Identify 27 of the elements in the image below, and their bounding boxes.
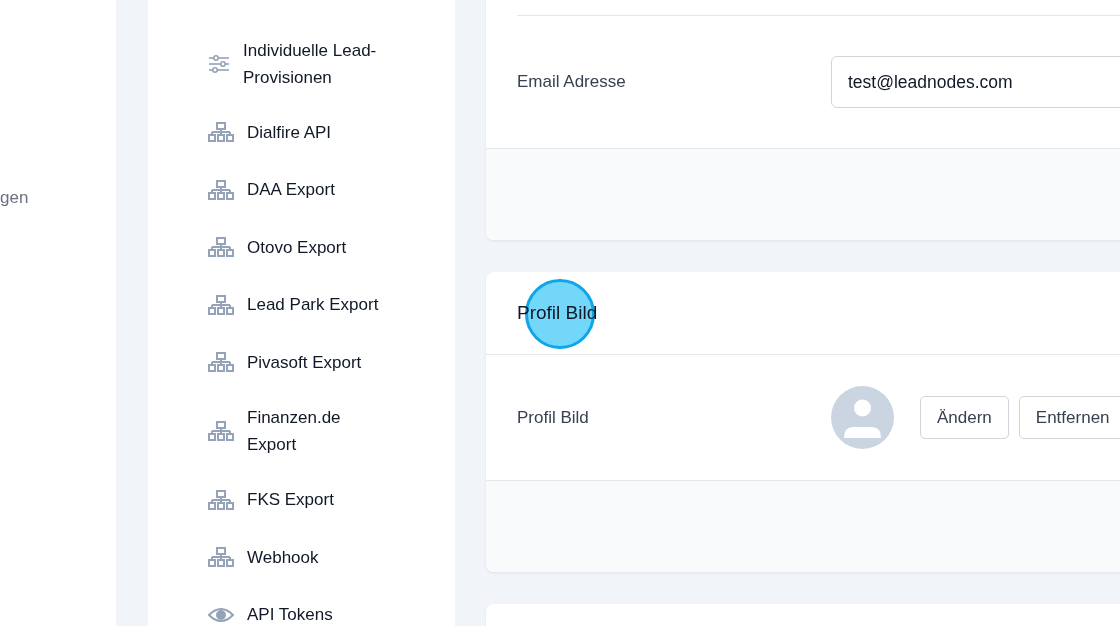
sidebar-item[interactable]: Webhook <box>247 543 319 571</box>
sidebar-item[interactable]: Dialfire API <box>247 118 332 146</box>
field-label: Email Adresse <box>517 72 627 92</box>
network-icon <box>208 179 234 200</box>
field-label: Profil Bild <box>517 407 590 428</box>
sidebar-item[interactable]: FKS Export <box>247 486 334 514</box>
sidebar-item[interactable]: Individuelle Lead-Provisionen <box>243 36 383 91</box>
network-icon <box>208 294 234 315</box>
network-icon <box>208 547 234 568</box>
network-icon <box>208 489 234 510</box>
network-icon <box>208 352 234 373</box>
profile-button[interactable]: Ändern <box>920 396 1009 439</box>
network-icon <box>208 122 234 143</box>
sidebar-item[interactable]: Otovo Export <box>247 233 347 261</box>
sliders-icon <box>208 53 230 74</box>
sidebar-item[interactable]: Pivasoft Export <box>247 348 362 376</box>
profile-button[interactable]: Entfernen <box>1018 396 1120 439</box>
network-icon <box>208 237 234 258</box>
sidebar-item[interactable]: Finanzen.de Export <box>247 404 387 458</box>
sidebar-item[interactable]: Lead Park Export <box>247 291 379 319</box>
network-icon <box>208 421 234 441</box>
eye-icon <box>208 605 234 624</box>
sidebar-item[interactable]: API Tokens <box>247 601 333 626</box>
nav-label[interactable]: gen <box>0 188 29 208</box>
avatar-icon <box>831 386 894 449</box>
email-field[interactable]: test@leadnodes.com <box>831 56 1120 108</box>
sidebar-item[interactable]: DAA Export <box>247 176 335 204</box>
